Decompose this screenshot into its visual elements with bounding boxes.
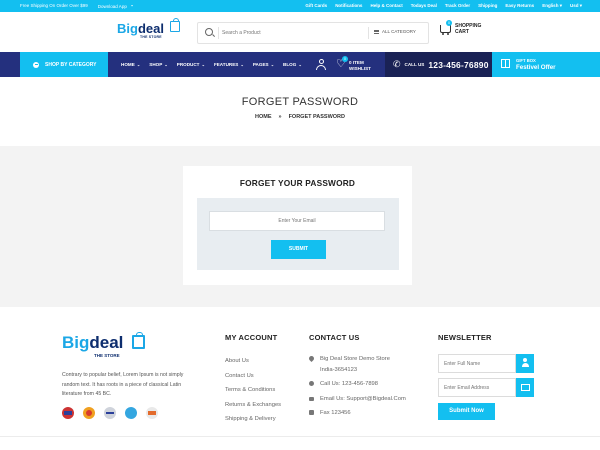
phone-icon: ✆ — [393, 59, 401, 69]
mail-icon — [309, 396, 314, 401]
category-select[interactable]: ALL CATEGORY — [374, 29, 416, 34]
wishlist-count-badge: 0 — [342, 56, 348, 62]
search-input[interactable] — [222, 27, 362, 39]
full-name-field[interactable] — [438, 354, 516, 373]
call-us-box: ✆ CALL US 123-456-76890 — [385, 52, 492, 77]
nav-home[interactable]: HOME ⌄ — [121, 62, 140, 67]
email-field[interactable] — [209, 211, 385, 231]
link-contact-us[interactable]: Contact Us — [225, 369, 281, 384]
phone-icon — [309, 381, 314, 386]
page-header — [0, 77, 600, 145]
contact-info: Big Deal Store Demo Store India-3654123 … — [307, 354, 406, 419]
chevron-down-icon: ⌄ — [239, 62, 244, 67]
link-returns[interactable]: Returns & Exchanges — [225, 398, 281, 413]
nav-pages[interactable]: PAGES ⌄ — [253, 62, 274, 67]
visa-icon — [62, 407, 74, 419]
my-account-heading: MY ACCOUNT — [225, 333, 278, 342]
chevron-down-icon: ⌄ — [297, 62, 302, 67]
free-shipping-text: Free Shipping On Order Over $99 — [20, 3, 88, 8]
easy-returns-link[interactable]: Easy Returns — [505, 3, 534, 9]
android-icon[interactable]: ▪ — [131, 3, 133, 8]
page-title: FORGET PASSWORD — [241, 96, 359, 108]
breadcrumb-current: FORGET PASSWORD — [288, 114, 345, 120]
main-navigation: SHOP BY CATEGORY HOME ⌄ SHOP ⌄ PRODUCT ⌄… — [0, 52, 600, 77]
account-links: About Us Contact Us Terms & Conditions R… — [225, 354, 281, 427]
location-pin-icon — [307, 354, 316, 363]
form-heading: FORGET YOUR PASSWORD — [239, 178, 356, 188]
link-terms[interactable]: Terms & Conditions — [225, 383, 281, 398]
payment-methods — [62, 407, 158, 419]
newsletter-email-row — [438, 378, 534, 397]
nav-features[interactable]: FEATURES ⌄ — [214, 62, 244, 67]
chevron-down-icon: ⌄ — [135, 62, 141, 67]
currency-dropdown[interactable]: Usd ▾ — [570, 3, 582, 9]
submit-button[interactable]: SUBMIT — [271, 240, 326, 259]
newsletter-submit-button[interactable]: Submit Now — [438, 403, 495, 420]
shipping-link[interactable]: Shipping — [478, 3, 497, 9]
link-shipping[interactable]: Shipping & Delivery — [225, 412, 281, 427]
shop-by-category-button[interactable]: SHOP BY CATEGORY — [20, 52, 108, 77]
newsletter-heading: NEWSLETTER — [438, 333, 492, 342]
cart-count-badge: 0 — [446, 20, 452, 26]
contact-phone[interactable]: Call Us: 123-456-7898 — [320, 381, 378, 387]
newsletter-email-field[interactable] — [438, 378, 516, 397]
mastercard-icon — [83, 407, 95, 419]
cart-icon — [440, 25, 451, 35]
shopping-bag-logo-icon — [132, 332, 145, 349]
discover-icon — [146, 407, 158, 419]
footer-description: Contrary to popular belief, Lorem Ipsum … — [62, 372, 184, 397]
search-icon[interactable] — [205, 28, 213, 36]
user-icon-button[interactable] — [516, 354, 534, 373]
breadcrumb: HOME » FORGET PASSWORD — [0, 114, 600, 120]
minus-circle-icon — [33, 61, 39, 68]
fax-icon — [309, 410, 314, 415]
link-about-us[interactable]: About Us — [225, 354, 281, 369]
heart-icon[interactable]: ♡ 0 — [336, 56, 348, 70]
nav-product[interactable]: PRODUCT ⌄ — [177, 62, 205, 67]
nav-shop[interactable]: SHOP ⌄ — [149, 62, 168, 67]
footer-logo[interactable]: Bigdeal THE STORE — [62, 332, 145, 358]
contact-fax: Fax 123456 — [320, 410, 351, 416]
user-account-icon[interactable] — [316, 59, 326, 70]
chevron-down-icon: ⌄ — [200, 62, 205, 67]
contact-us-heading: CONTACT US — [309, 333, 360, 342]
shopping-bag-logo-icon — [170, 18, 180, 32]
address-line-1: Big Deal Store Demo Store — [320, 356, 390, 362]
amex-icon — [125, 407, 137, 419]
breadcrumb-separator: » — [278, 114, 282, 120]
site-logo[interactable]: Bigdeal THE STORE — [117, 18, 180, 39]
newsletter-name-row — [438, 354, 534, 373]
help-contact-link[interactable]: Help & Contact — [370, 3, 402, 9]
menu-icon — [374, 29, 379, 34]
chevron-down-icon: ⌄ — [163, 62, 168, 67]
language-dropdown[interactable]: English ▾ — [542, 3, 562, 9]
track-order-link[interactable]: Track Order — [445, 3, 470, 9]
chevron-down-icon: ⌄ — [269, 62, 275, 67]
breadcrumb-home[interactable]: HOME — [255, 114, 272, 120]
paypal-icon — [104, 407, 116, 419]
envelope-icon — [520, 384, 530, 391]
user-icon — [521, 358, 529, 368]
download-app-link[interactable]: Download App ▪ — [98, 3, 133, 9]
todays-deal-link[interactable]: Todays Deal — [411, 3, 437, 9]
shopping-cart[interactable]: 0 SHOPPING CART — [440, 20, 500, 43]
forget-password-card: FORGET YOUR PASSWORD SUBMIT — [183, 166, 412, 285]
nav-blog[interactable]: BLOG ⌄ — [283, 62, 302, 67]
footer-divider — [0, 436, 600, 437]
search-bar: ALL CATEGORY — [197, 22, 429, 44]
wishlist-link[interactable]: 0 ITEM WISHLIST — [349, 60, 371, 71]
gift-cards-link[interactable]: Gift Cards — [305, 3, 327, 9]
top-bar: Free Shipping On Order Over $99 Download… — [0, 0, 600, 12]
email-icon-button[interactable] — [516, 378, 534, 397]
notifications-link[interactable]: Notifications — [335, 3, 362, 9]
phone-number[interactable]: 123-456-76890 — [428, 60, 488, 70]
contact-email[interactable]: Email Us: Support@Bigdeal.Com — [320, 396, 406, 402]
gift-box-offer[interactable]: GIFT BOX Festivel Offer — [492, 52, 600, 77]
gift-icon — [501, 59, 510, 68]
address-line-2: India-3654123 — [320, 366, 358, 373]
